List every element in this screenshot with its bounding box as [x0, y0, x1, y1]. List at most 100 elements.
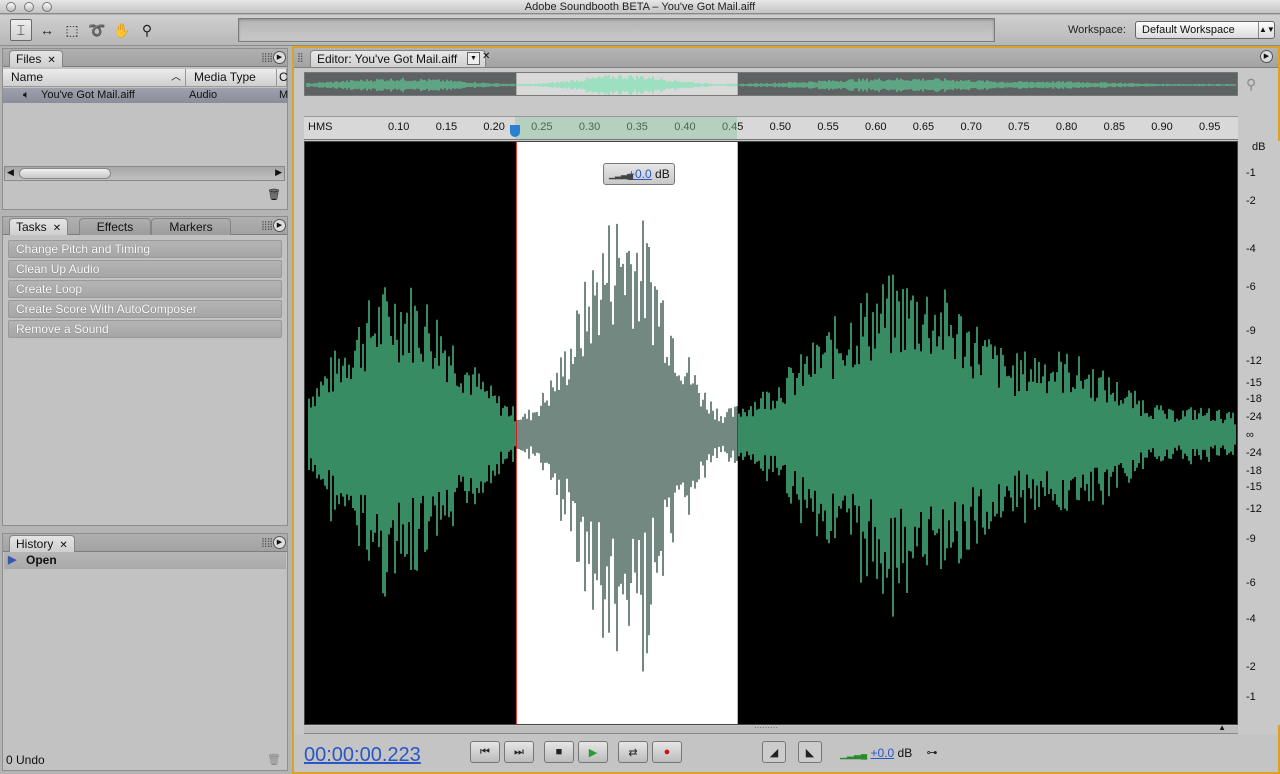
history-item-open[interactable]: ▶ Open	[4, 552, 286, 569]
hand-icon[interactable]: ✋	[111, 19, 133, 41]
db-tick-label: -6	[1246, 281, 1256, 293]
db-tick-label: -4	[1246, 613, 1256, 625]
close-icon[interactable]: ✕	[59, 540, 67, 551]
trash-icon[interactable]: 🗑︎	[267, 188, 281, 201]
task-remove-sound[interactable]: Remove a Sound	[8, 320, 282, 338]
chevron-down-icon[interactable]: ▼	[467, 52, 480, 65]
db-tick-label: -24	[1246, 447, 1262, 459]
title-bar: Adobe Soundbooth BETA – You've Got Mail.…	[0, 0, 1280, 14]
panel-menu-button[interactable]: ▶	[273, 51, 286, 64]
waveform-overview[interactable]	[304, 72, 1238, 96]
ruler-tick-label: 0.50	[769, 121, 792, 133]
close-icon[interactable]: ✕	[47, 55, 55, 66]
zoom-icon[interactable]: ⚲	[136, 19, 158, 41]
column-extra[interactable]: C	[277, 69, 288, 87]
stop-button[interactable]: ■	[544, 741, 574, 763]
ruler-tick-label: 0.95	[1199, 121, 1221, 133]
close-icon[interactable]: ✕	[53, 223, 61, 234]
ruler-tick-label: 0.55	[817, 121, 839, 133]
scroll-left-icon[interactable]: ◀	[7, 167, 14, 178]
tab-markers[interactable]: Markers	[151, 218, 231, 235]
ruler-tick-label: 0.90	[1151, 121, 1173, 133]
grip-icon[interactable]: ⣿⣿	[261, 220, 273, 231]
db-tick-label: -2	[1246, 661, 1256, 673]
editor-horizontal-scrollbar[interactable]: ⋯⋯⋯ ▲	[304, 723, 1238, 734]
gain-adjust-popup[interactable]: ▁▂▃▄ +0.0 dB	[603, 163, 675, 185]
volume-indicator[interactable]: ▁▂▃▄ +0.0 dB	[840, 746, 912, 760]
skip-back-icon: ⏮	[480, 745, 490, 758]
panel-menu-button[interactable]: ▶	[1260, 50, 1273, 63]
db-tick-label: -9	[1246, 325, 1256, 337]
ruler-tick-label: 0.65	[912, 121, 935, 133]
loop-icon: ⇄	[628, 746, 638, 759]
db-tick-label: -12	[1246, 503, 1262, 515]
window-title: Adobe Soundbooth BETA – You've Got Mail.…	[524, 1, 756, 13]
panel-menu-button[interactable]: ▶	[273, 219, 286, 232]
waveform-view[interactable]: ▁▂▃▄ +0.0 dB	[304, 141, 1238, 725]
ruler-selection[interactable]	[515, 117, 737, 139]
overview-waveform	[306, 73, 1236, 95]
tab-tasks[interactable]: Tasks ✕	[9, 218, 69, 235]
column-name-label: Name	[11, 70, 44, 84]
record-button[interactable]: ●	[652, 741, 682, 763]
db-tick-label: ∞	[1246, 429, 1254, 441]
grip-icon[interactable]: ⣿	[297, 52, 304, 63]
go-to-start-button[interactable]: ⏮	[470, 741, 500, 763]
task-clean-up-audio[interactable]: Clean Up Audio	[8, 260, 282, 278]
fade-in-button[interactable]: ◢	[762, 741, 786, 763]
trash-icon[interactable]: 🗑︎	[267, 753, 281, 766]
db-tick-label: -18	[1246, 393, 1262, 405]
grip-icon[interactable]: ⋯⋯⋯	[754, 723, 778, 732]
ruler-tick-label: 0.85	[1103, 121, 1125, 133]
history-item-label: Open	[26, 553, 57, 567]
files-column-header: Name ︿ Media Type C	[3, 69, 288, 87]
fade-out-button[interactable]: ◣	[798, 741, 822, 763]
status-message-field	[238, 18, 995, 42]
level-icon: ▁▂▃▄	[840, 749, 868, 759]
skip-forward-icon: ⏭	[514, 745, 524, 758]
marquee-icon[interactable]: ⬚	[61, 19, 83, 41]
db-tick-label: -2	[1246, 195, 1256, 207]
grip-icon[interactable]: ⣿⣿	[261, 52, 273, 63]
history-marker-icon: ▶	[8, 554, 17, 566]
task-create-loop[interactable]: Create Loop	[8, 280, 282, 298]
tab-effects[interactable]: Effects	[79, 218, 151, 235]
tab-editor[interactable]: Editor: You've Got Mail.aiff ▼	[310, 50, 486, 67]
time-ruler[interactable]: HMS 0.10 0.15 0.20 0.25 0.30 0.35 0.40 0.45 0.50…	[304, 116, 1238, 140]
time-selection-icon[interactable]: ⌶	[10, 19, 32, 41]
waveform-options-button[interactable]: ⊶	[920, 741, 944, 763]
tab-tasks-label: Tasks	[16, 220, 47, 234]
ruler-tick-label: 0.20	[483, 121, 505, 133]
playhead-marker[interactable]	[510, 125, 521, 137]
workspace-dropdown[interactable]: Default Workspace ▲▼	[1135, 21, 1275, 39]
tab-files[interactable]: Files ✕	[9, 50, 63, 67]
scroll-right-icon[interactable]: ▶	[275, 167, 282, 178]
column-media-type[interactable]: Media Type	[186, 69, 277, 87]
chevron-down-icon: ▲▼	[1258, 22, 1275, 38]
db-tick-label: -18	[1246, 465, 1262, 477]
column-name[interactable]: Name ︿	[3, 69, 186, 87]
tab-history[interactable]: History ✕	[9, 535, 75, 552]
db-scale: dB -1 -2 -4 -6 -9 -12 -15 -18 -24 ∞ -24 -18 -15 -12 -9…	[1240, 141, 1280, 725]
scroll-up-icon[interactable]: ▲	[1218, 723, 1226, 732]
close-icon[interactable]: ✕	[482, 51, 490, 62]
lasso-icon[interactable]: ➰	[86, 19, 108, 41]
panel-menu-button[interactable]: ▶	[273, 536, 286, 549]
scroll-thumb[interactable]	[19, 168, 111, 179]
sort-up-icon: ︿	[171, 72, 181, 83]
db-unit: dB	[1252, 141, 1266, 153]
grip-icon[interactable]: ⣿⣿	[261, 537, 273, 548]
db-tick-label: -15	[1246, 377, 1262, 389]
play-button[interactable]: ▶	[578, 741, 608, 763]
volume-value: +0.0	[870, 746, 895, 760]
horizontal-selection-icon[interactable]: ↔	[36, 19, 58, 41]
loop-button[interactable]: ⇄	[618, 741, 648, 763]
zoom-icon[interactable]: ⚲	[1246, 76, 1256, 93]
go-to-end-button[interactable]: ⏭	[504, 741, 534, 763]
volume-unit: dB	[897, 746, 913, 760]
task-change-pitch[interactable]: Change Pitch and Timing	[8, 240, 282, 258]
task-create-score[interactable]: Create Score With AutoComposer	[8, 300, 282, 318]
files-horizontal-scrollbar[interactable]: ◀ ▶	[4, 166, 285, 181]
table-row[interactable]: 🔈︎ You've Got Mail.aiff Audio M	[3, 88, 288, 103]
current-time[interactable]: 00:00:00.223	[304, 744, 421, 767]
